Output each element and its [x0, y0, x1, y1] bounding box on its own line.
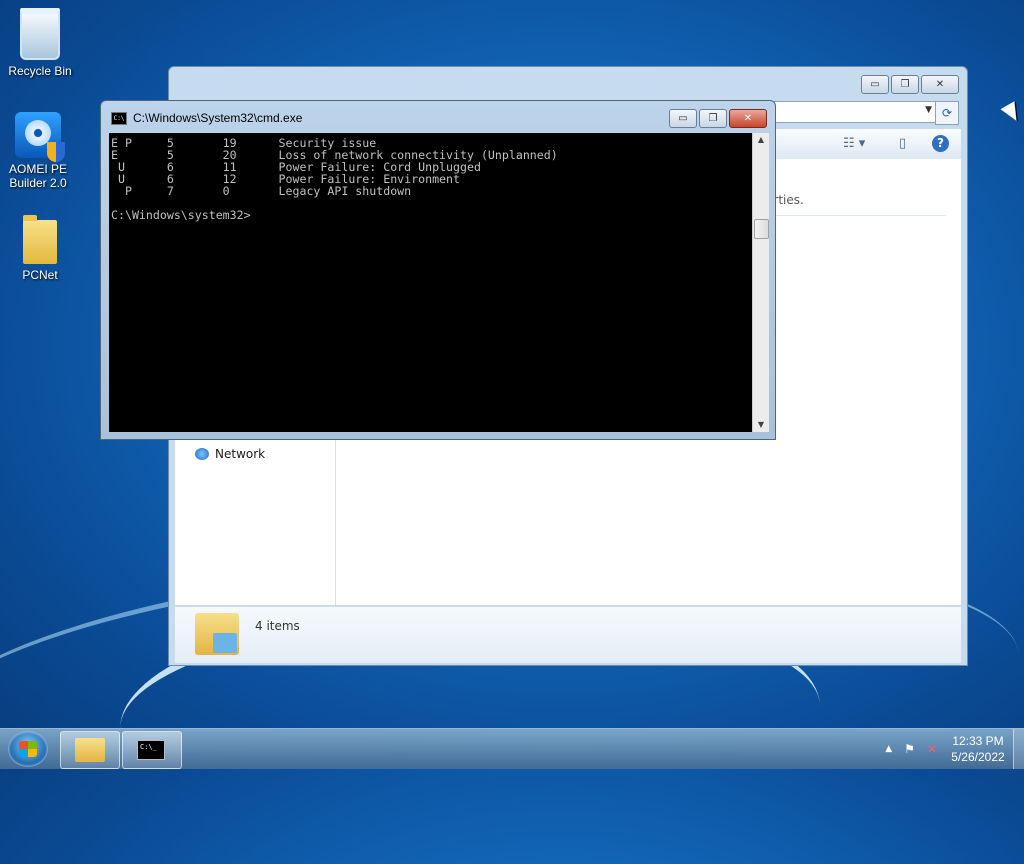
desktop-icon-recycle-bin[interactable]: Recycle Bin: [2, 8, 78, 78]
clock-time: 12:33 PM: [952, 734, 1004, 748]
desktop-icon-aomei-pe-builder[interactable]: AOMEI PE Builder 2.0: [0, 112, 76, 190]
address-bar[interactable]: ▼: [769, 101, 937, 123]
minimize-button[interactable]: ▭: [669, 109, 697, 128]
network-icon: [195, 448, 209, 460]
clock-date: 5/26/2022: [951, 750, 1005, 764]
folder-icon: [195, 613, 239, 655]
mouse-cursor-icon: [1000, 101, 1024, 125]
show-hidden-icons-button[interactable]: ▲: [885, 744, 892, 754]
close-button[interactable]: ✕: [921, 75, 959, 94]
explorer-caption-buttons: ▭ ❐ ✕: [861, 75, 959, 94]
preview-pane-icon[interactable]: ▯: [899, 136, 906, 151]
desktop-icon-pcnet[interactable]: PCNet: [2, 215, 78, 282]
cmd-icon: C:\: [111, 111, 127, 125]
item-count: 4 items: [255, 619, 300, 633]
nav-item-label: Network: [215, 447, 266, 461]
scroll-thumb[interactable]: [754, 219, 769, 239]
action-center-flag-icon[interactable]: ⚑: [904, 742, 915, 756]
start-button[interactable]: [8, 731, 48, 767]
desktop-icon-label: Recycle Bin: [8, 64, 72, 78]
windows-logo-icon: [19, 741, 37, 757]
maximize-button[interactable]: ❐: [699, 109, 727, 128]
chevron-down-icon[interactable]: ▼: [925, 105, 932, 115]
cmd-title-bar[interactable]: C:\ C:\Windows\System32\cmd.exe: [111, 111, 302, 125]
refresh-icon[interactable]: ⟳: [935, 101, 959, 125]
taskbar-button-explorer[interactable]: [60, 731, 120, 769]
folder-icon: [23, 215, 57, 264]
minimize-button[interactable]: ▭: [861, 75, 889, 94]
console-text: E P 5 19 Security issue E 5 20 Loss of n…: [111, 136, 558, 222]
desktop-icon-label: AOMEI PE Builder 2.0: [8, 162, 67, 190]
maximize-button[interactable]: ❐: [891, 75, 919, 94]
show-desktop-button[interactable]: [1013, 729, 1024, 769]
system-tray: ▲ ⚑ ✕ 12:33 PM 5/26/2022: [879, 729, 1024, 769]
cmd-icon: C:\_: [137, 740, 165, 760]
console-output[interactable]: E P 5 19 Security issue E 5 20 Loss of n…: [109, 133, 752, 432]
taskbar-button-cmd[interactable]: C:\_: [122, 731, 182, 769]
cmd-window[interactable]: C:\ C:\Windows\System32\cmd.exe ▭ ❐ ✕ E …: [100, 100, 776, 440]
divider: [756, 215, 946, 216]
network-disconnected-icon[interactable]: ✕: [927, 742, 937, 756]
vertical-scrollbar[interactable]: ▲ ▼: [752, 133, 769, 432]
desktop-icon-label: PCNet: [22, 268, 58, 282]
details-pane: 4 items: [175, 606, 961, 663]
folder-icon: [75, 738, 105, 762]
taskbar: C:\_ ▲ ⚑ ✕ 12:33 PM 5/26/2022: [0, 728, 1024, 769]
close-button[interactable]: ✕: [729, 109, 767, 128]
recycle-bin-icon: [20, 8, 60, 60]
view-options-icon[interactable]: ☷ ▾: [843, 136, 865, 151]
aomei-pe-builder-icon: [15, 112, 65, 162]
clock[interactable]: 12:33 PM 5/26/2022: [943, 733, 1013, 765]
nav-item-network[interactable]: Network: [195, 447, 265, 461]
scroll-up-icon[interactable]: ▲: [753, 133, 769, 147]
cmd-caption-buttons: ▭ ❐ ✕: [669, 109, 767, 128]
scroll-down-icon[interactable]: ▼: [753, 418, 769, 432]
window-title: C:\Windows\System32\cmd.exe: [133, 111, 303, 125]
help-icon[interactable]: ?: [932, 135, 949, 152]
